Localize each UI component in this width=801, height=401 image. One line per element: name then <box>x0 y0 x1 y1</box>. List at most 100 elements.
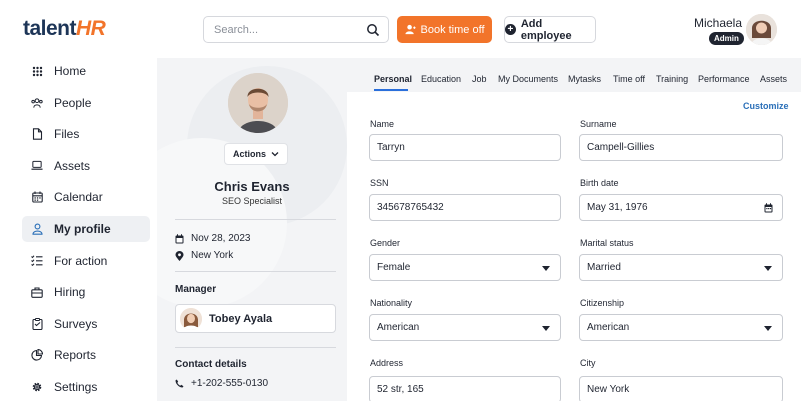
sidebar-item-label: People <box>54 95 92 110</box>
person-icon <box>404 24 416 35</box>
address-label: Address <box>370 358 404 368</box>
birth-date-field[interactable]: May 31, 1976 <box>579 194 783 221</box>
gender-value: Female <box>377 262 411 273</box>
sidebar-item-label: Reports <box>54 348 97 363</box>
book-time-off-button[interactable]: Book time off <box>397 16 492 43</box>
city-field[interactable]: New York <box>579 376 783 401</box>
actions-dropdown[interactable]: Actions <box>224 143 288 165</box>
name-label: Name <box>370 119 395 129</box>
marital-status-label: Marital status <box>580 238 634 248</box>
sidebar-item-label: Assets <box>54 158 91 173</box>
checklist-icon <box>31 255 43 267</box>
tab-assets[interactable]: Assets <box>760 74 787 84</box>
sidebar-item-surveys[interactable]: Surveys <box>22 311 150 337</box>
laptop-icon <box>31 160 43 172</box>
manager-avatar <box>180 307 202 330</box>
manager-heading: Manager <box>175 284 217 295</box>
citizenship-label: Citizenship <box>580 298 625 308</box>
add-employee-button[interactable]: + Add employee <box>504 16 596 43</box>
tab-training[interactable]: Training <box>656 74 688 84</box>
start-date: Nov 28, 2023 <box>191 233 251 244</box>
ssn-field[interactable]: 345678765432 <box>369 194 561 221</box>
name-field[interactable]: Tarryn <box>369 134 561 161</box>
tab-time-off[interactable]: Time off <box>613 74 645 84</box>
nationality-value: American <box>377 322 420 333</box>
sidebar-item-label: For action <box>54 253 108 268</box>
gender-select[interactable]: Female <box>369 254 561 281</box>
tab-personal[interactable]: Personal <box>374 74 412 84</box>
grid-icon <box>31 65 43 77</box>
address-field[interactable]: 52 str, 165 <box>369 376 561 401</box>
search-input[interactable]: Search... <box>203 16 389 43</box>
divider <box>175 271 336 272</box>
sidebar-item-calendar[interactable]: Calendar <box>22 184 150 210</box>
ssn-value: 345678765432 <box>377 202 444 213</box>
contact-heading: Contact details <box>175 359 247 370</box>
sidebar-item-hiring[interactable]: Hiring <box>22 279 150 305</box>
sidebar-item-files[interactable]: Files <box>22 121 150 147</box>
app-logo[interactable]: talentHR <box>23 17 106 41</box>
briefcase-icon <box>31 286 43 298</box>
clipboard-icon <box>31 317 43 330</box>
sidebar-item-label: Files <box>54 127 80 142</box>
caret-down-icon <box>764 266 772 271</box>
surname-label: Surname <box>580 119 617 129</box>
start-date-row: Nov 28, 2023 <box>175 233 251 244</box>
gear-icon <box>31 381 43 393</box>
sidebar-item-label: Hiring <box>54 285 86 300</box>
citizenship-value: American <box>587 322 630 333</box>
sidebar-item-for-action[interactable]: For action <box>22 248 150 274</box>
customize-link[interactable]: Customize <box>743 101 789 111</box>
book-time-off-label: Book time off <box>420 23 485 36</box>
sidebar-item-label: Home <box>54 64 87 78</box>
user-avatar[interactable] <box>746 14 777 45</box>
phone-icon <box>175 379 184 388</box>
calendar-icon <box>175 233 184 243</box>
birth-date-value: May 31, 1976 <box>587 202 648 213</box>
manager-card[interactable]: Tobey Ayala <box>175 304 336 333</box>
nationality-select[interactable]: American <box>369 314 561 341</box>
calendar-icon[interactable] <box>764 203 773 213</box>
logo-text-talent: talent <box>23 17 77 40</box>
name-value: Tarryn <box>377 142 405 153</box>
sidebar-item-settings[interactable]: Settings <box>22 374 150 400</box>
sidebar-item-label: Surveys <box>54 316 98 331</box>
tab-job[interactable]: Job <box>472 74 487 84</box>
gender-label: Gender <box>370 238 401 248</box>
sidebar-item-assets[interactable]: Assets <box>22 153 150 179</box>
location: New York <box>191 250 234 261</box>
surname-field[interactable]: Campell-Gillies <box>579 134 783 161</box>
sidebar-item-label: Settings <box>54 379 98 394</box>
current-user-name: Michaela <box>694 16 743 30</box>
birth-date-label: Birth date <box>580 178 619 188</box>
tab-my-documents[interactable]: My Documents <box>498 74 558 84</box>
tab-education[interactable]: Education <box>421 74 461 84</box>
city-label: City <box>580 358 596 368</box>
profile-avatar[interactable] <box>228 73 288 133</box>
divider <box>175 219 336 220</box>
sidebar-item-people[interactable]: People <box>22 90 150 116</box>
divider <box>175 347 336 348</box>
search-placeholder: Search... <box>214 24 259 36</box>
phone-row: +1-202-555-0130 <box>175 378 268 389</box>
sidebar: Home People Files Assets Calendar My pro… <box>22 58 150 401</box>
nationality-label: Nationality <box>370 298 413 308</box>
marital-status-select[interactable]: Married <box>579 254 783 281</box>
file-icon <box>31 128 43 140</box>
surname-value: Campell-Gillies <box>587 142 655 153</box>
search-icon[interactable] <box>366 23 380 37</box>
plus-icon: + <box>505 24 516 35</box>
sidebar-item-home[interactable]: Home <box>22 58 150 84</box>
sidebar-item-reports[interactable]: Reports <box>22 342 150 368</box>
role-badge: Admin <box>709 32 744 45</box>
phone-number: +1-202-555-0130 <box>191 378 269 389</box>
location-row: New York <box>175 250 233 261</box>
pie-chart-icon <box>31 349 43 361</box>
calendar-icon <box>31 191 43 203</box>
citizenship-select[interactable]: American <box>579 314 783 341</box>
tab-mytasks[interactable]: Mytasks <box>568 74 601 84</box>
ssn-label: SSN <box>370 178 389 188</box>
caret-down-icon <box>542 266 550 271</box>
sidebar-item-my-profile[interactable]: My profile <box>22 215 150 242</box>
tab-performance[interactable]: Performance <box>698 74 750 84</box>
